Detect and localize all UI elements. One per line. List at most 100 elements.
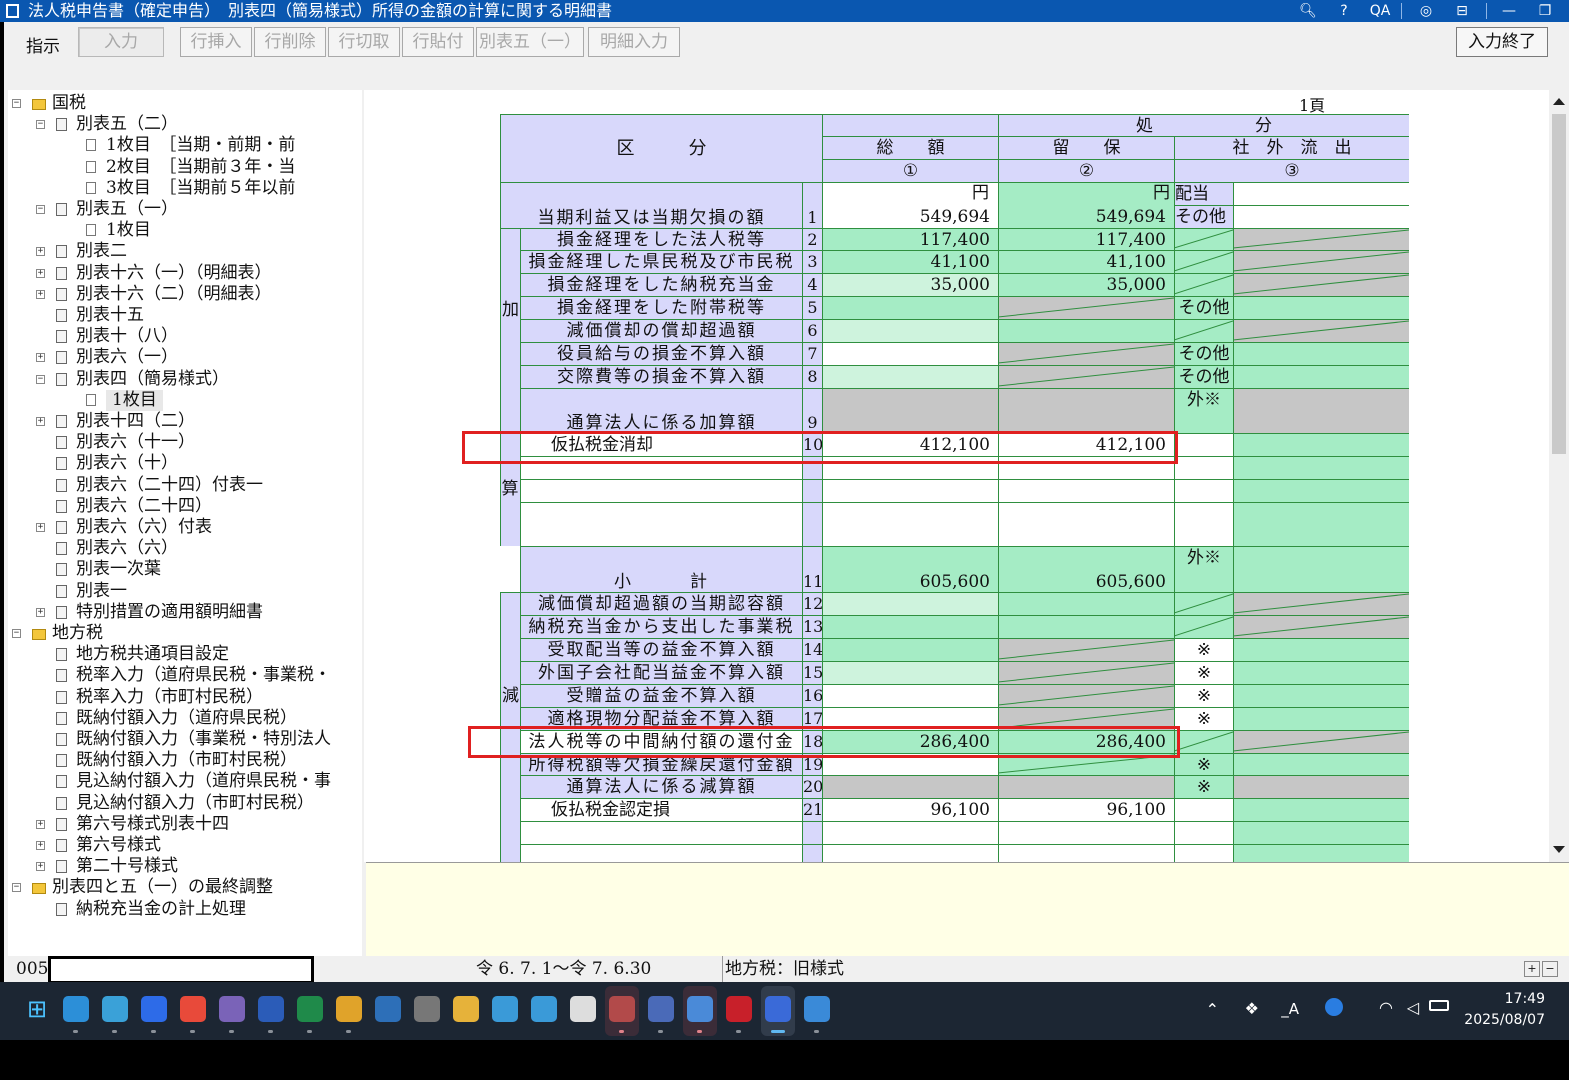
row-ryuho[interactable]: 117,400 — [998, 228, 1174, 250]
blank-ryuho-cell[interactable] — [998, 479, 1174, 502]
blank-ryuho-cell[interactable] — [998, 844, 1174, 862]
zoom-in-icon[interactable]: + — [1524, 961, 1540, 977]
row-ryuho[interactable] — [998, 638, 1174, 661]
row-ryuho[interactable] — [998, 775, 1174, 798]
zoom-out-icon[interactable]: − — [1542, 961, 1558, 977]
expand-icon[interactable]: + — [36, 247, 45, 257]
expand-icon[interactable]: + — [36, 523, 45, 532]
row-ryuho[interactable] — [998, 319, 1174, 342]
collapse-icon[interactable]: − — [36, 205, 45, 214]
app-form-icon[interactable] — [687, 996, 713, 1022]
row-ryuho[interactable] — [998, 365, 1174, 388]
row-total[interactable] — [822, 615, 998, 638]
row-total[interactable] — [822, 342, 998, 365]
scroll-thumb[interactable] — [1552, 114, 1566, 454]
expand-icon[interactable]: + — [36, 289, 45, 299]
ime-indicator[interactable]: _A — [1281, 1000, 1299, 1018]
row-ryuho[interactable] — [998, 684, 1174, 707]
wifi-icon[interactable]: ◠ — [1379, 998, 1393, 1017]
row-cut-button[interactable]: 行切取 — [328, 27, 400, 57]
scroll-down-icon[interactable] — [1553, 846, 1565, 853]
row-ryuho[interactable]: 35,000 — [998, 273, 1174, 296]
collapse-icon[interactable]: − — [36, 374, 45, 384]
row-flow-amount[interactable] — [1233, 182, 1409, 205]
row-total[interactable] — [822, 296, 998, 319]
row-delete-button[interactable]: 行削除 — [254, 27, 326, 57]
row-ryuho[interactable]: 96,100 — [998, 798, 1174, 821]
row-ryuho[interactable]: 549,694 — [998, 182, 1174, 228]
app-red-box-icon[interactable] — [609, 996, 635, 1022]
row-total[interactable] — [822, 775, 998, 798]
photos-icon[interactable] — [102, 996, 128, 1022]
clock-time[interactable]: 17:49 — [1505, 991, 1545, 1007]
app-pattern-icon[interactable] — [219, 996, 245, 1022]
row-total[interactable]: 41,100 — [822, 250, 998, 273]
row-total[interactable] — [822, 319, 998, 342]
row-total[interactable] — [822, 388, 998, 433]
expand-icon[interactable]: + — [36, 353, 45, 363]
row-paste-button[interactable]: 行貼付 — [402, 27, 474, 57]
row-ryuho[interactable] — [998, 342, 1174, 365]
yayoi-icon[interactable] — [648, 996, 674, 1022]
start-icon[interactable]: ⊞ — [24, 996, 50, 1022]
clock-date[interactable]: 2025/08/07 — [1464, 1012, 1545, 1028]
chevron-up-icon[interactable]: ⌃ — [1206, 1000, 1219, 1019]
row-total[interactable] — [822, 684, 998, 707]
excel-icon[interactable] — [297, 996, 323, 1022]
detail-input-button[interactable]: 明細入力 — [588, 27, 680, 57]
blank-ryuho-cell[interactable] — [998, 821, 1174, 844]
blank-ryuho-cell[interactable] — [998, 502, 1174, 546]
explorer-icon[interactable] — [453, 996, 479, 1022]
collapse-icon[interactable]: − — [36, 120, 45, 130]
qa-icon[interactable]: QA — [1369, 1, 1391, 21]
blank-total-cell[interactable] — [822, 502, 998, 546]
blank-total-cell[interactable] — [822, 479, 998, 502]
expand-icon[interactable]: + — [36, 268, 45, 278]
expand-icon[interactable]: + — [36, 607, 45, 617]
help-icon[interactable]: ? — [1333, 1, 1355, 21]
battery-icon[interactable] — [1429, 1000, 1449, 1011]
chrome-icon[interactable] — [336, 996, 362, 1022]
zoom-icon[interactable] — [141, 996, 167, 1022]
vertical-scrollbar[interactable] — [1549, 90, 1569, 862]
form-tree[interactable]: − 国税 − 別表五（二） 1枚目 ［当期・前期・前 2枚目 ［当期前３年・当 3枚目 ［当… — [8, 90, 362, 956]
collapse-icon[interactable]: − — [12, 629, 21, 638]
row-total[interactable]: 605,600 — [822, 546, 998, 592]
row-flow-amount-2[interactable] — [1233, 205, 1409, 228]
blank-total-cell[interactable] — [822, 844, 998, 862]
app-note-icon[interactable] — [765, 996, 791, 1022]
row-total[interactable]: 117,400 — [822, 228, 998, 250]
app-red-icon[interactable] — [180, 996, 206, 1022]
expand-icon[interactable]: + — [36, 862, 45, 872]
minimize-icon[interactable]: — — [1498, 1, 1520, 21]
layout-icon[interactable]: ⊟ — [1451, 1, 1473, 21]
row-total[interactable] — [822, 592, 998, 615]
finish-input-button[interactable]: 入力終了 — [1456, 27, 1548, 57]
dropbox-icon[interactable]: ❖ — [1245, 999, 1259, 1018]
row-ryuho[interactable] — [998, 388, 1174, 433]
pen-icon[interactable] — [414, 996, 440, 1022]
acrobat-icon[interactable] — [726, 996, 752, 1022]
row-ryuho[interactable]: 41,100 — [998, 250, 1174, 273]
row-ryuho[interactable]: 605,600 — [998, 546, 1174, 592]
collapse-icon[interactable]: − — [12, 99, 21, 108]
onedrive-icon[interactable] — [1325, 998, 1343, 1016]
schedule5-1-button[interactable]: 別表五（一） — [476, 27, 584, 57]
input-button[interactable]: 入力 — [78, 27, 164, 57]
row-ryuho[interactable] — [998, 296, 1174, 319]
volume-icon[interactable]: ◁ — [1407, 998, 1419, 1017]
row-ryuho[interactable] — [998, 592, 1174, 615]
row-total[interactable]: 96,100 — [822, 798, 998, 821]
mail-icon[interactable] — [375, 996, 401, 1022]
app-arrow-icon[interactable] — [531, 996, 557, 1022]
blank-total-cell[interactable] — [822, 821, 998, 844]
zoom-icon[interactable]: 🔍︎ — [1297, 1, 1319, 21]
app-photo-icon[interactable] — [804, 996, 830, 1022]
expand-icon[interactable]: + — [36, 841, 45, 850]
row-total[interactable] — [822, 661, 998, 684]
row-total[interactable] — [822, 365, 998, 388]
collapse-icon[interactable]: − — [12, 883, 21, 893]
expand-icon[interactable]: + — [36, 417, 45, 426]
expand-icon[interactable]: + — [36, 819, 45, 829]
word-icon[interactable] — [258, 996, 284, 1022]
